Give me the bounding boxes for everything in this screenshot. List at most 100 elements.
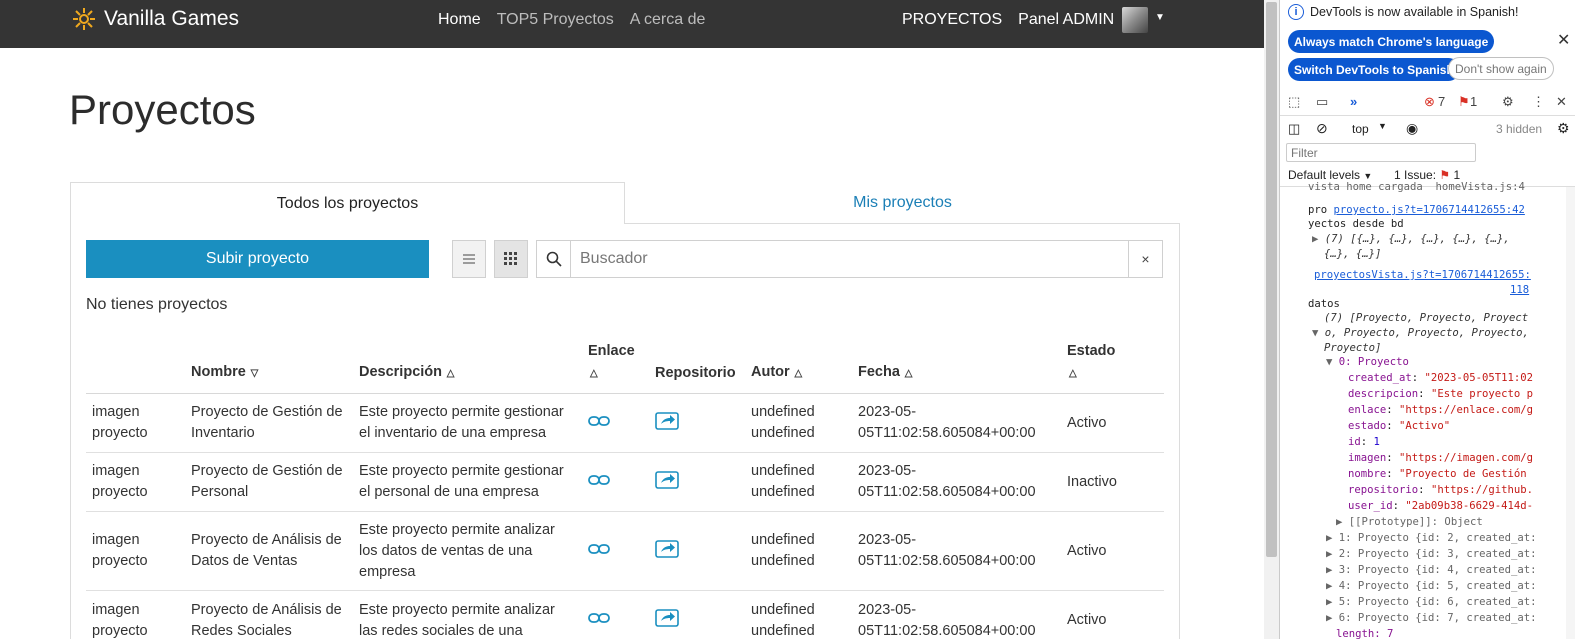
table-row: imagen proyecto Proyecto de Gestión de Pe… [86,452,1164,512]
nav-home[interactable]: Home [438,11,481,29]
console-toolbar: ◫ ⊘ top ▼ ◉ 3 hidden ⚙ [1280,117,1575,141]
col-estado[interactable]: Estado △ [1061,336,1164,394]
col-repositorio-label: Repositorio [655,365,736,381]
switch-language-button[interactable]: Switch DevTools to Spanish [1288,58,1460,81]
repository-share-icon[interactable] [655,410,679,437]
project-link-cell [582,452,649,512]
nav-about[interactable]: A cerca de [630,11,706,29]
nav-top5[interactable]: TOP5 Proyectos [497,11,614,29]
context-select[interactable]: top [1352,122,1369,136]
error-icon[interactable]: ⊗ [1424,94,1435,110]
field-value: "Proyecto de Gestión [1399,468,1527,480]
console-array[interactable]: ▼ o, Proyecto, Proyecto, Proyecto, [1312,325,1529,341]
brand-logo-icon [73,8,95,30]
col-enlace[interactable]: Enlace △ [582,336,649,394]
close-icon[interactable]: ✕ [1557,30,1570,50]
console-object[interactable]: ▼ 0: Proyecto [1326,354,1409,370]
tab-all-projects[interactable]: Todos los proyectos [70,182,625,224]
brand-name: Vanilla Games [104,7,240,30]
array-item[interactable]: ▶ 2: Proyecto {id: 3, created_at: [1326,546,1536,562]
array-item-label: 5: Proyecto {id: 6, created_at: [1338,596,1537,608]
warning-count: 1 [1470,94,1478,109]
col-autor-label: Autor [751,364,790,380]
col-nombre[interactable]: Nombre ▽ [185,336,353,394]
link-icon[interactable] [588,610,610,631]
repository-share-icon[interactable] [655,538,679,565]
page-scrollbar[interactable] [1264,0,1279,639]
source-link[interactable]: proyectosVista.js?t=1706714412655: [1314,267,1531,283]
field-key: created_at [1348,372,1412,384]
filter-input[interactable] [1286,143,1476,162]
tab-my-projects[interactable]: Mis proyectos [625,182,1180,224]
object-field: descripcion: "Este proyecto p [1348,388,1533,400]
link-icon[interactable] [588,541,610,562]
upload-project-button[interactable]: Subir proyecto [86,240,429,278]
field-value: "2023-05-05T11:02 [1424,372,1533,384]
clear-console-icon[interactable]: ⊘ [1316,120,1328,137]
inspect-icon[interactable]: ⬚ [1288,94,1300,110]
link-icon[interactable] [588,413,610,434]
console-array[interactable]: ▶ (7) [{…}, {…}, {…}, {…}, {…}, [1312,231,1510,247]
project-description: Este proyecto permite gestionar el perso… [353,452,582,512]
field-key: nombre [1348,468,1387,480]
search-input[interactable] [571,241,1128,277]
console-settings-icon[interactable]: ⚙ [1557,120,1570,137]
navbar: Vanilla Games Home TOP5 Proyectos A cerc… [0,0,1264,48]
list-view-button[interactable] [452,240,486,278]
col-fecha[interactable]: Fecha △ [852,336,1061,394]
array-item-label: 2: Proyecto {id: 3, created_at: [1338,548,1537,560]
col-autor[interactable]: Autor △ [745,336,852,394]
project-description: Este proyecto permite analizar las redes… [353,590,582,639]
search-icon [537,241,571,277]
console-prototype[interactable]: ▶ [[Prototype]]: Object [1336,514,1483,530]
close-devtools-icon[interactable]: ✕ [1556,94,1567,110]
col-descripcion[interactable]: Descripción △ [353,336,582,394]
col-estado-label: Estado [1067,343,1116,359]
device-toggle-icon[interactable]: ▭ [1316,94,1328,110]
more-tabs-icon[interactable]: » [1350,94,1357,109]
avatar[interactable] [1122,7,1148,33]
scrollbar-thumb[interactable] [1266,2,1277,557]
caret-down-icon[interactable]: ▼ [1378,121,1387,131]
source-link[interactable]: proyecto.js?t=1706714412655:42 [1334,204,1525,216]
array-item[interactable]: ▶ 4: Proyecto {id: 5, created_at: [1326,578,1536,594]
issue-flag-icon[interactable]: ⚑ [1458,94,1470,110]
table-row: imagen proyecto Proyecto de Gestión de In… [86,393,1164,453]
nav-admin-panel[interactable]: Panel ADMIN [1018,11,1114,29]
projects-table: Nombre ▽ Descripción △ Enlace △ Repositor… [86,336,1164,639]
collapse-arrow-icon: ▼ [1326,356,1339,368]
array-item-label: 4: Proyecto {id: 5, created_at: [1338,580,1537,592]
array-item[interactable]: ▶ 6: Proyecto {id: 7, created_at: [1326,610,1536,626]
repository-share-icon[interactable] [655,469,679,496]
grid-view-button[interactable] [494,240,528,278]
caret-down-icon[interactable]: ▼ [1155,12,1165,23]
project-name: Proyecto de Gestión de Personal [185,452,353,512]
expand-arrow-icon: ▶ [1312,233,1325,245]
array-preview: o, Proyecto, Proyecto, Proyecto, [1324,327,1529,339]
source-link[interactable]: 118 [1510,282,1529,298]
brand[interactable]: Vanilla Games [72,7,239,31]
array-item[interactable]: ▶ 3: Proyecto {id: 4, created_at: [1326,562,1536,578]
repository-share-icon[interactable] [655,607,679,634]
project-date: 2023-05-05T11:02:58.605084+00:00 [852,452,1061,512]
kebab-menu-icon[interactable]: ⋮ [1532,94,1545,110]
nav-links: Home TOP5 Proyectos A cerca de [438,11,705,29]
settings-icon[interactable]: ⚙ [1502,94,1514,110]
clear-search-button[interactable]: × [1128,241,1162,277]
dont-show-again-button[interactable]: Don't show again [1448,57,1554,80]
match-language-button[interactable]: Always match Chrome's language [1288,30,1495,53]
link-icon[interactable] [588,472,610,493]
field-value: "Activo" [1399,420,1451,432]
nav-proyectos[interactable]: PROYECTOS [902,11,1002,29]
project-image: imagen proyecto [86,393,185,453]
console-scrollbar[interactable] [1566,187,1575,639]
eye-icon[interactable]: ◉ [1406,120,1418,137]
project-name: Proyecto de Análisis de Datos de Ventas [185,511,353,591]
array-item[interactable]: ▶ 1: Proyecto {id: 2, created_at: [1326,530,1536,546]
field-key: user_id [1348,500,1393,512]
sidebar-toggle-icon[interactable]: ◫ [1288,121,1300,137]
array-item[interactable]: ▶ 5: Proyecto {id: 6, created_at: [1326,594,1536,610]
field-key: descripcion [1348,388,1419,400]
project-link-cell [582,590,649,639]
sort-asc-icon: △ [1069,368,1077,379]
